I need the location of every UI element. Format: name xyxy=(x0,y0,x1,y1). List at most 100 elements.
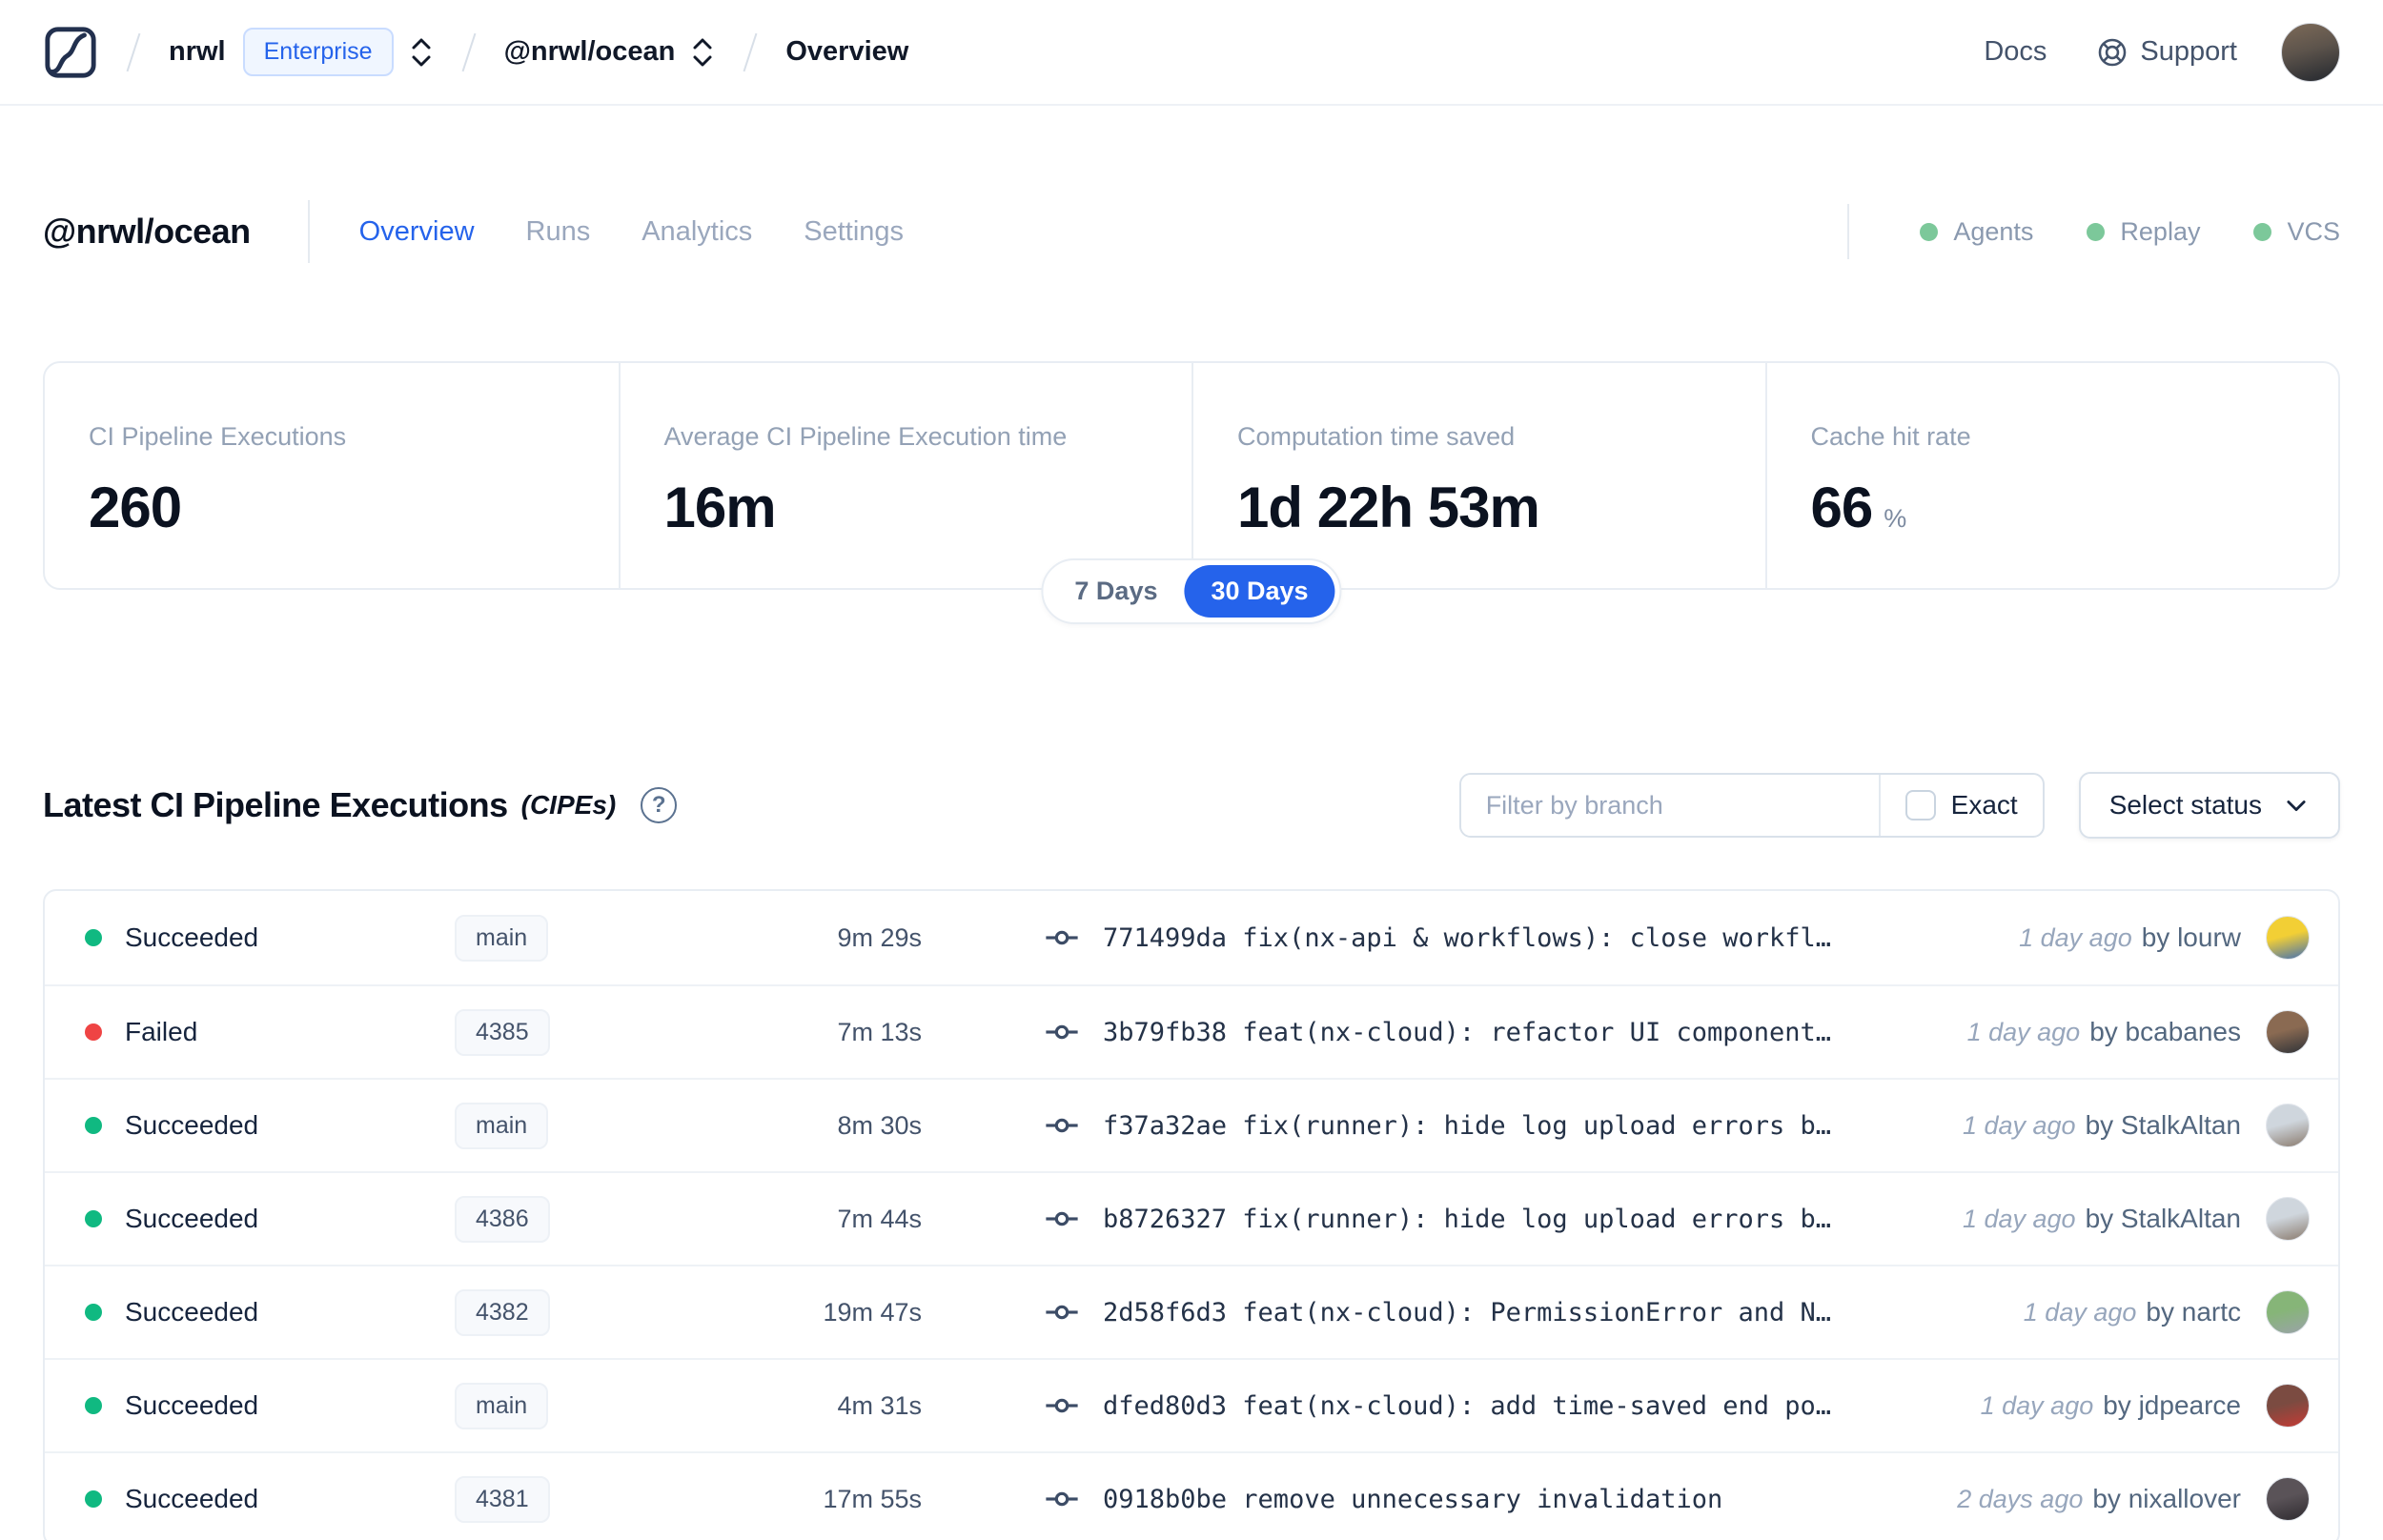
feature-status-replay[interactable]: Replay xyxy=(2087,217,2200,247)
table-row[interactable]: Succeeded main 4m 31s dfed80d3 feat(nx-c… xyxy=(45,1358,2338,1451)
feature-status-agents[interactable]: Agents xyxy=(1920,217,2033,247)
branch-badge[interactable]: 4385 xyxy=(455,1008,550,1056)
status-label: Succeeded xyxy=(125,1484,259,1513)
commit-cell: 771499da fix(nx-api & workflows): close … xyxy=(1044,920,1831,956)
docs-link[interactable]: Docs xyxy=(1984,36,2047,68)
commit-cell: 0918b0be remove unnecessary invalidation xyxy=(1044,1481,1722,1517)
commit-cell: f37a32ae fix(runner): hide log upload er… xyxy=(1044,1107,1831,1144)
tab-overview[interactable]: Overview xyxy=(359,216,475,248)
branch-cell: 4385 xyxy=(455,1008,674,1056)
exact-label: Exact xyxy=(1950,790,2018,820)
meta-cell: 1 day ago by StalkAltan xyxy=(1963,1104,2310,1147)
commit-cell: dfed80d3 feat(nx-cloud): add time-saved … xyxy=(1044,1388,1831,1424)
status-dot xyxy=(85,1210,102,1227)
top-navbar: nrwl Enterprise @nrwl/ocean Overview Doc… xyxy=(0,0,2383,106)
stat-value: 1d 22h 53m xyxy=(1237,476,1540,539)
nx-cloud-logo-icon[interactable] xyxy=(43,25,98,80)
feature-status-vcs[interactable]: VCS xyxy=(2253,217,2340,247)
breadcrumb-org[interactable]: nrwl xyxy=(169,36,226,68)
status-cell: Succeeded xyxy=(73,1297,455,1327)
branch-cell: main xyxy=(455,1102,674,1149)
commit-link[interactable]: dfed80d3 feat(nx-cloud): add time-saved … xyxy=(1103,1391,1831,1421)
select-status-label: Select status xyxy=(2108,790,2262,820)
git-commit-icon xyxy=(1046,1024,1078,1040)
divider xyxy=(1847,204,1850,259)
commit-link[interactable]: 2d58f6d3 feat(nx-cloud): PermissionError… xyxy=(1103,1298,1831,1327)
branch-cell: main xyxy=(455,1382,674,1429)
branch-badge[interactable]: 4382 xyxy=(455,1288,550,1336)
duration: 19m 47s xyxy=(823,1297,922,1327)
commit-link[interactable]: 0918b0be remove unnecessary invalidation xyxy=(1103,1485,1722,1514)
commit-cell: b8726327 fix(runner): hide log upload er… xyxy=(1044,1201,1831,1237)
workspace-header: @nrwl/ocean Overview Runs Analytics Setting… xyxy=(0,174,2383,289)
branch-filter-input[interactable] xyxy=(1460,775,1879,836)
stats-section: CI Pipeline Executions 260 Average CI Pi… xyxy=(43,361,2340,624)
commit-link[interactable]: 771499da fix(nx-api & workflows): close … xyxy=(1103,923,1831,953)
duration: 7m 13s xyxy=(837,1017,922,1046)
branch-filter-group: Exact xyxy=(1458,773,2045,838)
workspace-selector-icon[interactable] xyxy=(690,35,715,70)
stat-label: CI Pipeline Executions xyxy=(89,422,347,451)
commit-link[interactable]: 3b79fb38 feat(nx-cloud): refactor UI com… xyxy=(1103,1018,1831,1047)
stat-label: Cache hit rate xyxy=(1810,422,1971,451)
stat-card: Average CI Pipeline Execution time 16m xyxy=(618,363,1192,588)
time-ago: 1 day ago xyxy=(1966,1017,2081,1046)
range-option-7-days[interactable]: 7 Days xyxy=(1048,565,1184,618)
status-dot xyxy=(85,929,102,946)
tab-analytics[interactable]: Analytics xyxy=(642,216,752,248)
status-label: Succeeded xyxy=(125,1297,259,1327)
branch-badge[interactable]: 4381 xyxy=(455,1475,550,1523)
range-option-30-days[interactable]: 30 Days xyxy=(1184,565,1335,618)
table-row[interactable]: Succeeded 4386 7m 44s b8726327 fix(runne… xyxy=(45,1171,2338,1265)
feature-label: Agents xyxy=(1953,216,2034,246)
branch-badge[interactable]: main xyxy=(455,1102,549,1149)
help-icon[interactable]: ? xyxy=(641,787,678,823)
cipe-section-suffix: (CIPEs) xyxy=(520,790,617,820)
tab-settings[interactable]: Settings xyxy=(804,216,904,248)
table-row[interactable]: Succeeded main 9m 29s 771499da fix(nx-ap… xyxy=(45,891,2338,984)
status-dot xyxy=(85,1117,102,1134)
avatar xyxy=(2266,916,2310,960)
table-row[interactable]: Failed 4385 7m 13s 3b79fb38 feat(nx-clou… xyxy=(45,984,2338,1078)
branch-cell: 4386 xyxy=(455,1195,674,1243)
feature-status-group: Agents Replay VCS xyxy=(1847,204,2340,259)
status-cell: Failed xyxy=(73,1017,455,1047)
branch-badge[interactable]: main xyxy=(455,914,549,962)
branch-badge[interactable]: main xyxy=(455,1382,549,1429)
table-row[interactable]: Succeeded 4382 19m 47s 2d58f6d3 feat(nx-… xyxy=(45,1265,2338,1358)
git-commit-icon xyxy=(1046,1211,1078,1226)
duration: 8m 30s xyxy=(837,1110,922,1140)
duration: 7m 44s xyxy=(837,1204,922,1233)
branch-badge[interactable]: 4386 xyxy=(455,1195,550,1243)
user-avatar[interactable] xyxy=(2281,22,2340,82)
cipe-table: Succeeded main 9m 29s 771499da fix(nx-ap… xyxy=(43,889,2340,1540)
tab-runs[interactable]: Runs xyxy=(526,216,591,248)
avatar xyxy=(2266,1104,2310,1147)
status-cell: Succeeded xyxy=(73,1390,455,1421)
avatar xyxy=(2266,1477,2310,1521)
author: by StalkAltan xyxy=(2085,1110,2241,1140)
commit-link[interactable]: f37a32ae fix(runner): hide log upload er… xyxy=(1103,1111,1831,1141)
git-commit-icon xyxy=(1046,1118,1078,1133)
status-dot xyxy=(1920,222,1939,241)
org-selector-icon[interactable] xyxy=(409,35,434,70)
avatar xyxy=(2266,1290,2310,1334)
commit-link[interactable]: b8726327 fix(runner): hide log upload er… xyxy=(1103,1205,1831,1234)
commit-cell: 3b79fb38 feat(nx-cloud): refactor UI com… xyxy=(1044,1014,1831,1050)
avatar xyxy=(2266,1384,2310,1428)
meta-cell: 1 day ago by jdpearce xyxy=(1981,1384,2310,1428)
time-ago: 1 day ago xyxy=(1962,1204,2076,1233)
author: by jdpearce xyxy=(2103,1390,2241,1420)
stat-value: 66% xyxy=(1810,476,1907,539)
meta-cell: 2 days ago by nixallover xyxy=(1957,1477,2310,1521)
breadcrumb-workspace[interactable]: @nrwl/ocean xyxy=(504,36,676,68)
table-row[interactable]: Succeeded 4381 17m 55s 0918b0be remove u… xyxy=(45,1451,2338,1540)
support-link[interactable]: Support xyxy=(2096,36,2237,69)
status-label: Succeeded xyxy=(125,1390,259,1420)
duration: 4m 31s xyxy=(837,1390,922,1420)
exact-checkbox[interactable] xyxy=(1904,790,1936,821)
table-row[interactable]: Succeeded main 8m 30s f37a32ae fix(runne… xyxy=(45,1078,2338,1171)
breadcrumb-separator xyxy=(461,32,477,71)
branch-cell: main xyxy=(455,914,674,962)
select-status-button[interactable]: Select status xyxy=(2078,772,2340,839)
